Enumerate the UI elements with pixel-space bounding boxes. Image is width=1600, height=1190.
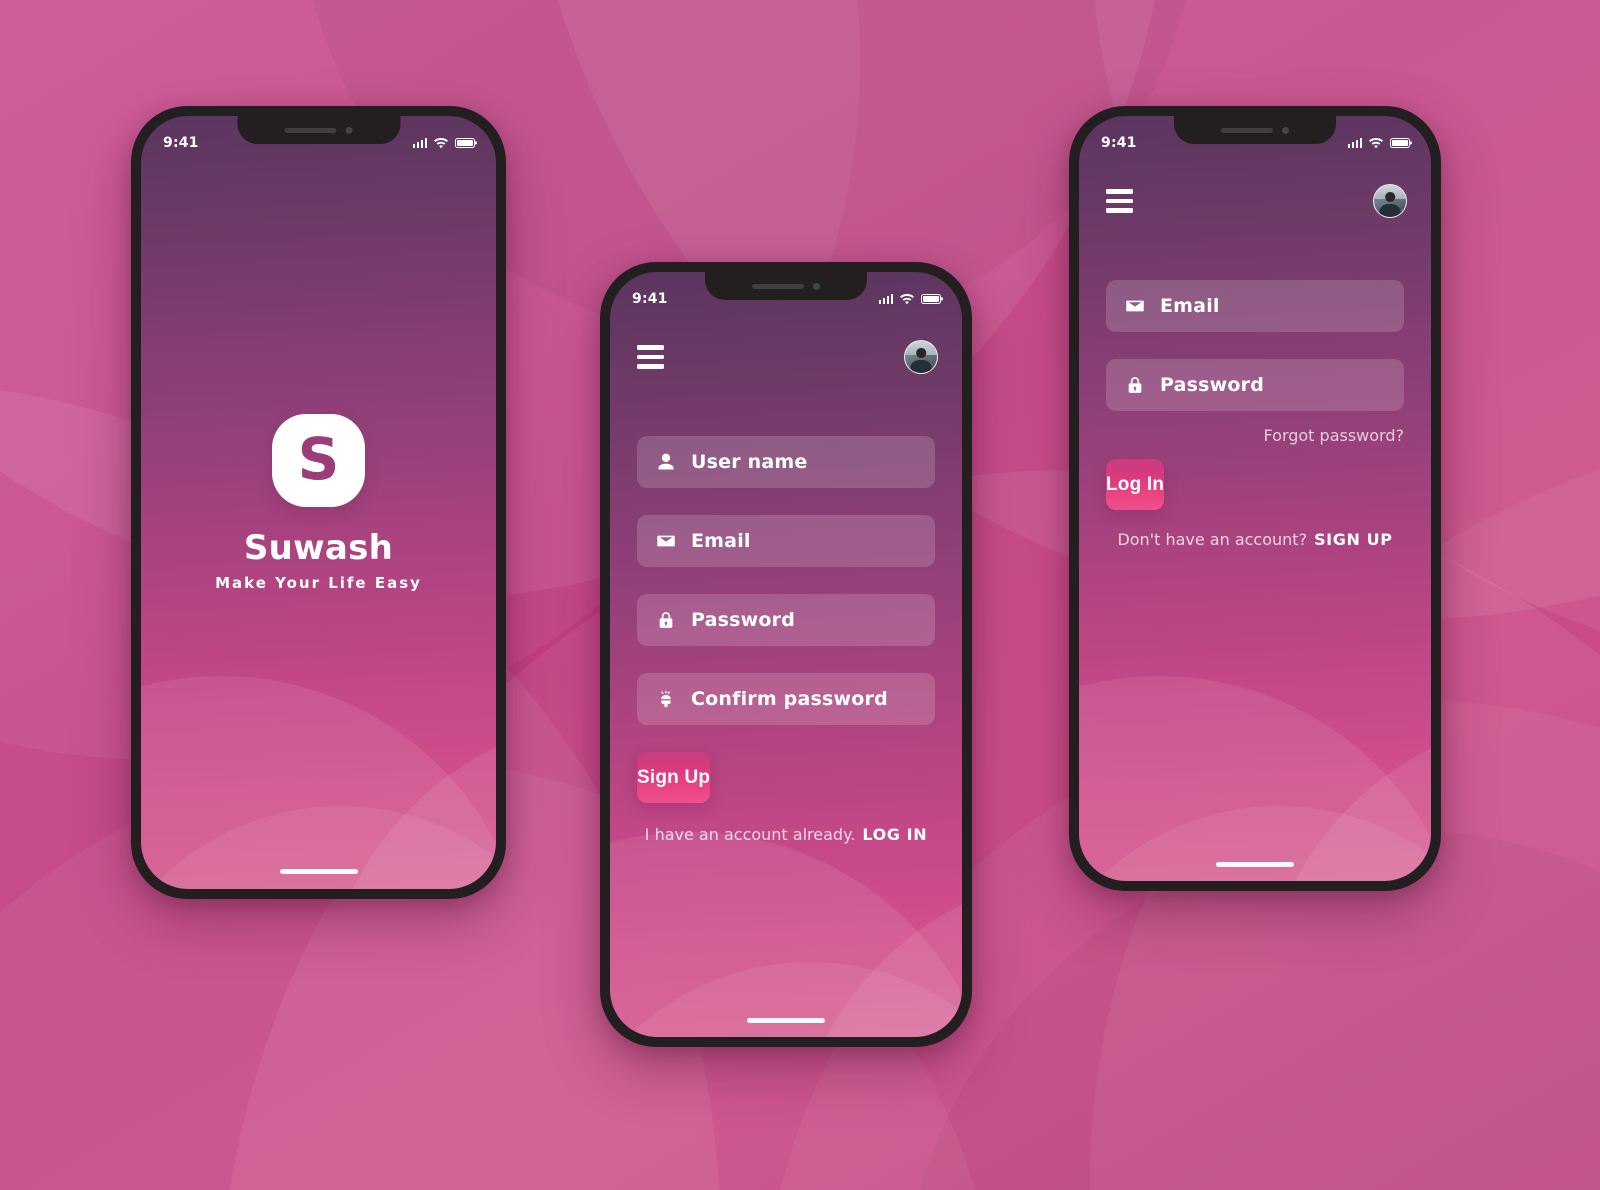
earpiece-speaker [284, 127, 337, 133]
username-field[interactable]: User name [637, 436, 935, 488]
screen-arc [790, 872, 962, 1037]
screen-signup: 9:41 User name Email Password Confirm pa… [610, 272, 962, 1037]
lock-icon [655, 609, 677, 631]
password-label: Password [1160, 374, 1265, 396]
email-label: Email [691, 530, 751, 552]
status-icons [878, 293, 941, 305]
confirm-password-label: Confirm password [691, 688, 888, 710]
screen-arc [321, 716, 496, 889]
screen-arc [141, 676, 496, 889]
forgot-password-link[interactable]: Forgot password? [1106, 426, 1404, 445]
signup-button[interactable]: Sign Up [637, 752, 711, 803]
app-logo-icon: S [272, 414, 365, 507]
logo-letter: S [297, 425, 340, 493]
login-prompt-text: I have an account already. [644, 825, 856, 844]
phone-mockup-login: 9:41 Email Password Forgot password? Log… [1069, 106, 1441, 891]
home-indicator[interactable] [747, 1018, 825, 1023]
phone-notch [1174, 116, 1336, 144]
confirm-password-field[interactable]: Confirm password [637, 673, 935, 725]
signup-prompt-text: Don't have an account? [1117, 530, 1308, 549]
email-label: Email [1160, 295, 1220, 317]
login-prompt: I have an account already. LOG IN [637, 825, 935, 844]
front-camera [813, 282, 820, 290]
status-icons [1347, 137, 1410, 149]
wifi-icon [434, 137, 448, 149]
key-icon [655, 688, 677, 710]
username-label: User name [691, 451, 808, 473]
phone-notch [705, 272, 867, 300]
password-label: Password [691, 609, 796, 631]
status-time: 9:41 [1101, 135, 1137, 151]
screen-arc [1259, 716, 1431, 881]
screen-arc [1079, 676, 1431, 881]
screen-arc [141, 806, 496, 889]
phone-mockup-signup: 9:41 User name Email Password Confirm pa… [600, 262, 972, 1047]
email-field[interactable]: Email [1106, 280, 1404, 332]
login-link[interactable]: LOG IN [862, 825, 927, 844]
screen-arc [610, 832, 962, 1037]
user-avatar-photo[interactable] [904, 340, 938, 374]
phone-mockup-splash: 9:41 S Suwash Make Your Life Easy [131, 106, 506, 899]
earpiece-speaker [752, 283, 804, 289]
home-indicator[interactable] [1216, 862, 1294, 867]
status-time: 9:41 [632, 291, 668, 307]
battery-full-icon [921, 294, 941, 304]
login-form: Email Password Forgot password? Log In D… [1079, 280, 1431, 549]
signal-bars-icon [1347, 138, 1362, 148]
lock-icon [1124, 374, 1146, 396]
signal-bars-icon [878, 294, 893, 304]
login-button[interactable]: Log In [1106, 459, 1165, 510]
wifi-icon [1369, 137, 1383, 149]
status-icons [412, 137, 475, 149]
battery-full-icon [455, 138, 475, 148]
brand-tagline: Make Your Life Easy [215, 574, 422, 592]
status-time: 9:41 [163, 135, 199, 151]
hamburger-menu-icon[interactable] [637, 345, 664, 369]
screen-arc [1079, 806, 1431, 881]
brand-name: Suwash [243, 528, 394, 568]
battery-full-icon [1390, 138, 1410, 148]
earpiece-speaker [1221, 127, 1273, 133]
hamburger-menu-icon[interactable] [1106, 189, 1133, 213]
signup-link[interactable]: SIGN UP [1314, 530, 1393, 549]
front-camera [1282, 126, 1289, 134]
screen-login: 9:41 Email Password Forgot password? Log… [1079, 116, 1431, 881]
screen-splash: 9:41 S Suwash Make Your Life Easy [141, 116, 496, 889]
password-field[interactable]: Password [1106, 359, 1404, 411]
user-avatar-photo[interactable] [1373, 184, 1407, 218]
app-header [610, 340, 962, 374]
splash-branding: S Suwash Make Your Life Easy [141, 414, 496, 592]
screen-arc [610, 962, 962, 1037]
envelope-icon [1124, 295, 1146, 317]
wifi-icon [900, 293, 914, 305]
signup-form: User name Email Password Confirm passwor… [610, 436, 962, 844]
envelope-icon [655, 530, 677, 552]
home-indicator[interactable] [279, 869, 358, 874]
phone-notch [237, 116, 400, 144]
signal-bars-icon [412, 138, 427, 148]
person-icon [655, 451, 677, 473]
front-camera [345, 126, 353, 134]
app-header [1079, 184, 1431, 218]
password-field[interactable]: Password [637, 594, 935, 646]
email-field[interactable]: Email [637, 515, 935, 567]
signup-prompt: Don't have an account? SIGN UP [1106, 530, 1404, 549]
